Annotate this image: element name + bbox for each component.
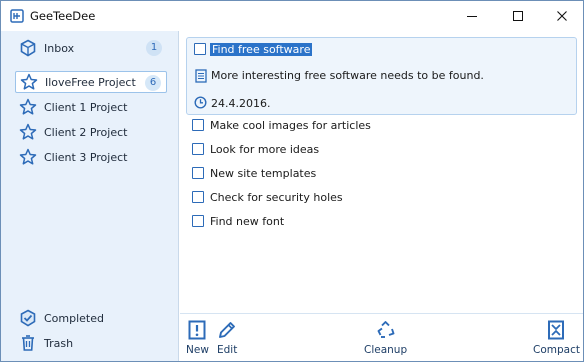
bottom-toolbar: New Edit Cleanup Compact xyxy=(180,313,583,361)
task-item[interactable]: Check for security holes xyxy=(192,189,343,205)
task-title[interactable]: New site templates xyxy=(210,167,316,180)
sidebar-item-label: IloveFree Project xyxy=(45,75,136,89)
new-label: New xyxy=(186,344,209,356)
app-logo-icon xyxy=(10,9,24,23)
star-icon xyxy=(19,148,37,165)
inbox-icon xyxy=(20,39,36,57)
star-icon xyxy=(19,123,37,140)
sidebar-item-label: Client 3 Project xyxy=(44,150,128,164)
task-title[interactable]: Look for more ideas xyxy=(210,143,319,156)
task-note[interactable]: More interesting free software needs to … xyxy=(211,69,484,82)
maximize-icon xyxy=(513,11,523,21)
task-checkbox[interactable] xyxy=(192,143,204,155)
task-checkbox[interactable] xyxy=(192,167,204,179)
edit-label: Edit xyxy=(217,344,238,356)
task-item[interactable]: New site templates xyxy=(192,165,316,181)
sidebar-item-client-3-project[interactable]: Client 3 Project xyxy=(15,146,167,168)
task-checkbox[interactable] xyxy=(192,119,204,131)
sidebar-item-label: Completed xyxy=(44,311,104,325)
task-title-input[interactable]: Find free software xyxy=(210,43,313,56)
cleanup-button[interactable]: Cleanup xyxy=(364,320,407,360)
sidebar-item-label: Client 2 Project xyxy=(44,125,128,139)
close-button[interactable] xyxy=(539,1,584,31)
sidebar-item-inbox[interactable]: Inbox 1 xyxy=(15,37,167,59)
sidebar-item-label: Client 1 Project xyxy=(44,100,128,114)
task-item[interactable]: Look for more ideas xyxy=(192,141,319,157)
pencil-icon xyxy=(219,322,236,338)
sidebar-item-label: Trash xyxy=(44,336,74,350)
sidebar-item-ilovefree-project[interactable]: IloveFree Project 6 xyxy=(15,71,167,93)
title-bar[interactable]: GeeTeeDee xyxy=(1,1,583,31)
task-list: Find free software More interesting free… xyxy=(180,31,583,313)
task-title[interactable]: Check for security holes xyxy=(210,191,343,204)
task-checkbox[interactable] xyxy=(194,43,206,55)
selected-task-card[interactable]: Find free software More interesting free… xyxy=(186,37,577,115)
task-title[interactable]: Make cool images for articles xyxy=(210,119,371,132)
star-icon xyxy=(20,73,38,90)
window-title: GeeTeeDee xyxy=(30,9,96,23)
note-icon xyxy=(195,69,207,83)
close-icon xyxy=(557,11,567,21)
task-due-date[interactable]: 24.4.2016. xyxy=(211,97,270,110)
task-item[interactable]: Make cool images for articles xyxy=(192,117,371,133)
maximize-button[interactable] xyxy=(495,1,541,31)
minimize-icon xyxy=(467,16,477,17)
app-window: GeeTeeDee Inbox 1 IloveFree Project 6 Cl… xyxy=(0,0,584,362)
sidebar-item-label: Inbox xyxy=(44,41,75,55)
new-button[interactable]: New xyxy=(186,320,209,360)
edit-button[interactable]: Edit xyxy=(217,320,237,360)
cleanup-label: Cleanup xyxy=(364,344,408,356)
minimize-button[interactable] xyxy=(449,1,495,31)
clock-icon xyxy=(194,96,207,109)
task-checkbox[interactable] xyxy=(192,215,204,227)
trash-icon xyxy=(22,335,34,351)
task-checkbox[interactable] xyxy=(192,191,204,203)
task-item[interactable]: Find new font xyxy=(192,213,284,229)
sidebar-item-trash[interactable]: Trash xyxy=(15,332,167,354)
recycle-icon xyxy=(377,321,395,338)
star-icon xyxy=(19,98,37,115)
completed-icon xyxy=(20,309,36,327)
sidebar-item-client-1-project[interactable]: Client 1 Project xyxy=(15,96,167,118)
new-task-icon xyxy=(188,320,206,340)
compact-icon xyxy=(548,320,565,340)
task-title[interactable]: Find new font xyxy=(210,215,284,228)
sidebar: Inbox 1 IloveFree Project 6 Client 1 Pro… xyxy=(1,31,179,361)
count-badge: 6 xyxy=(145,75,161,91)
count-badge: 1 xyxy=(146,40,162,56)
sidebar-item-client-2-project[interactable]: Client 2 Project xyxy=(15,121,167,143)
sidebar-item-completed[interactable]: Completed xyxy=(15,307,167,329)
compact-label: Compact xyxy=(533,344,580,356)
compact-button[interactable]: Compact xyxy=(533,320,580,360)
